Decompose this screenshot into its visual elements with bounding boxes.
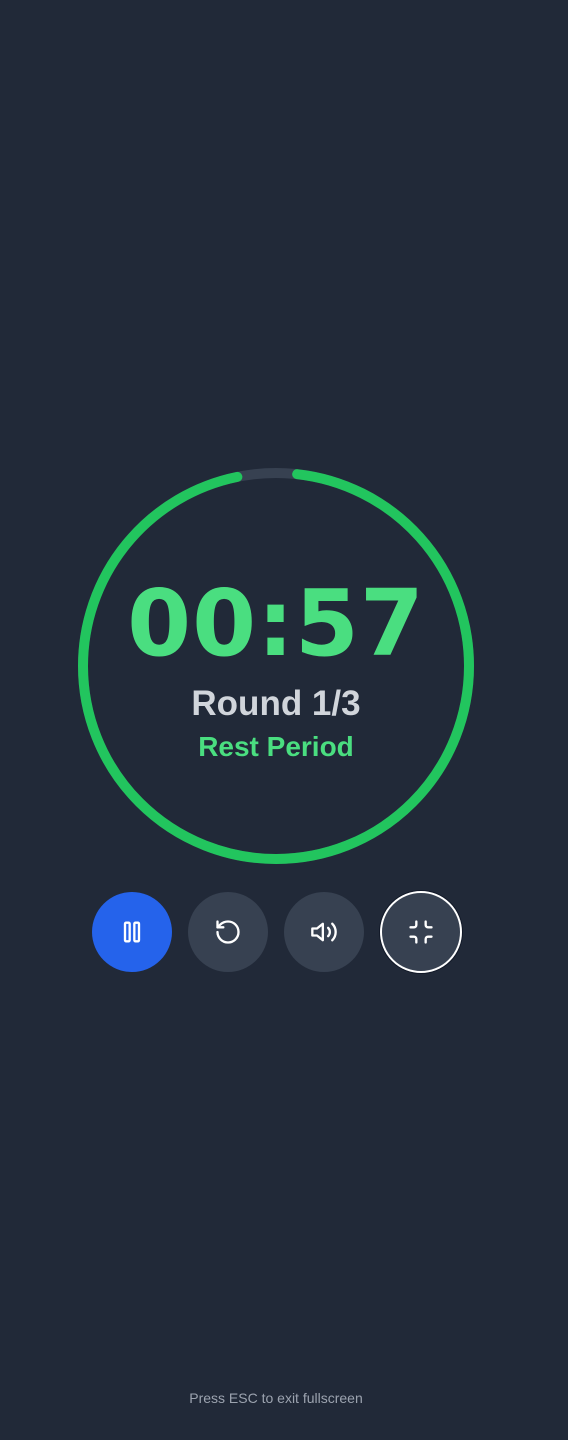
exit-fullscreen-hint: Press ESC to exit fullscreen	[189, 1390, 363, 1406]
round-counter: Round 1/3	[191, 684, 361, 723]
sound-button[interactable]	[284, 892, 364, 972]
timer-controls	[92, 891, 462, 973]
pause-icon	[123, 921, 141, 943]
phase-label: Rest Period	[198, 731, 354, 762]
exit-fullscreen-icon	[409, 920, 433, 944]
pause-button[interactable]	[92, 892, 172, 972]
volume-icon	[311, 922, 337, 942]
reset-button[interactable]	[188, 892, 268, 972]
exit-fullscreen-button[interactable]	[380, 891, 462, 973]
time-remaining: 00:57	[127, 570, 425, 677]
reset-icon	[216, 920, 240, 944]
timer-display: 00:57 Round 1/3 Rest Period	[76, 466, 476, 866]
fullscreen-timer-screen: 00:57 Round 1/3 Rest Period Press ESC to…	[0, 0, 568, 1440]
